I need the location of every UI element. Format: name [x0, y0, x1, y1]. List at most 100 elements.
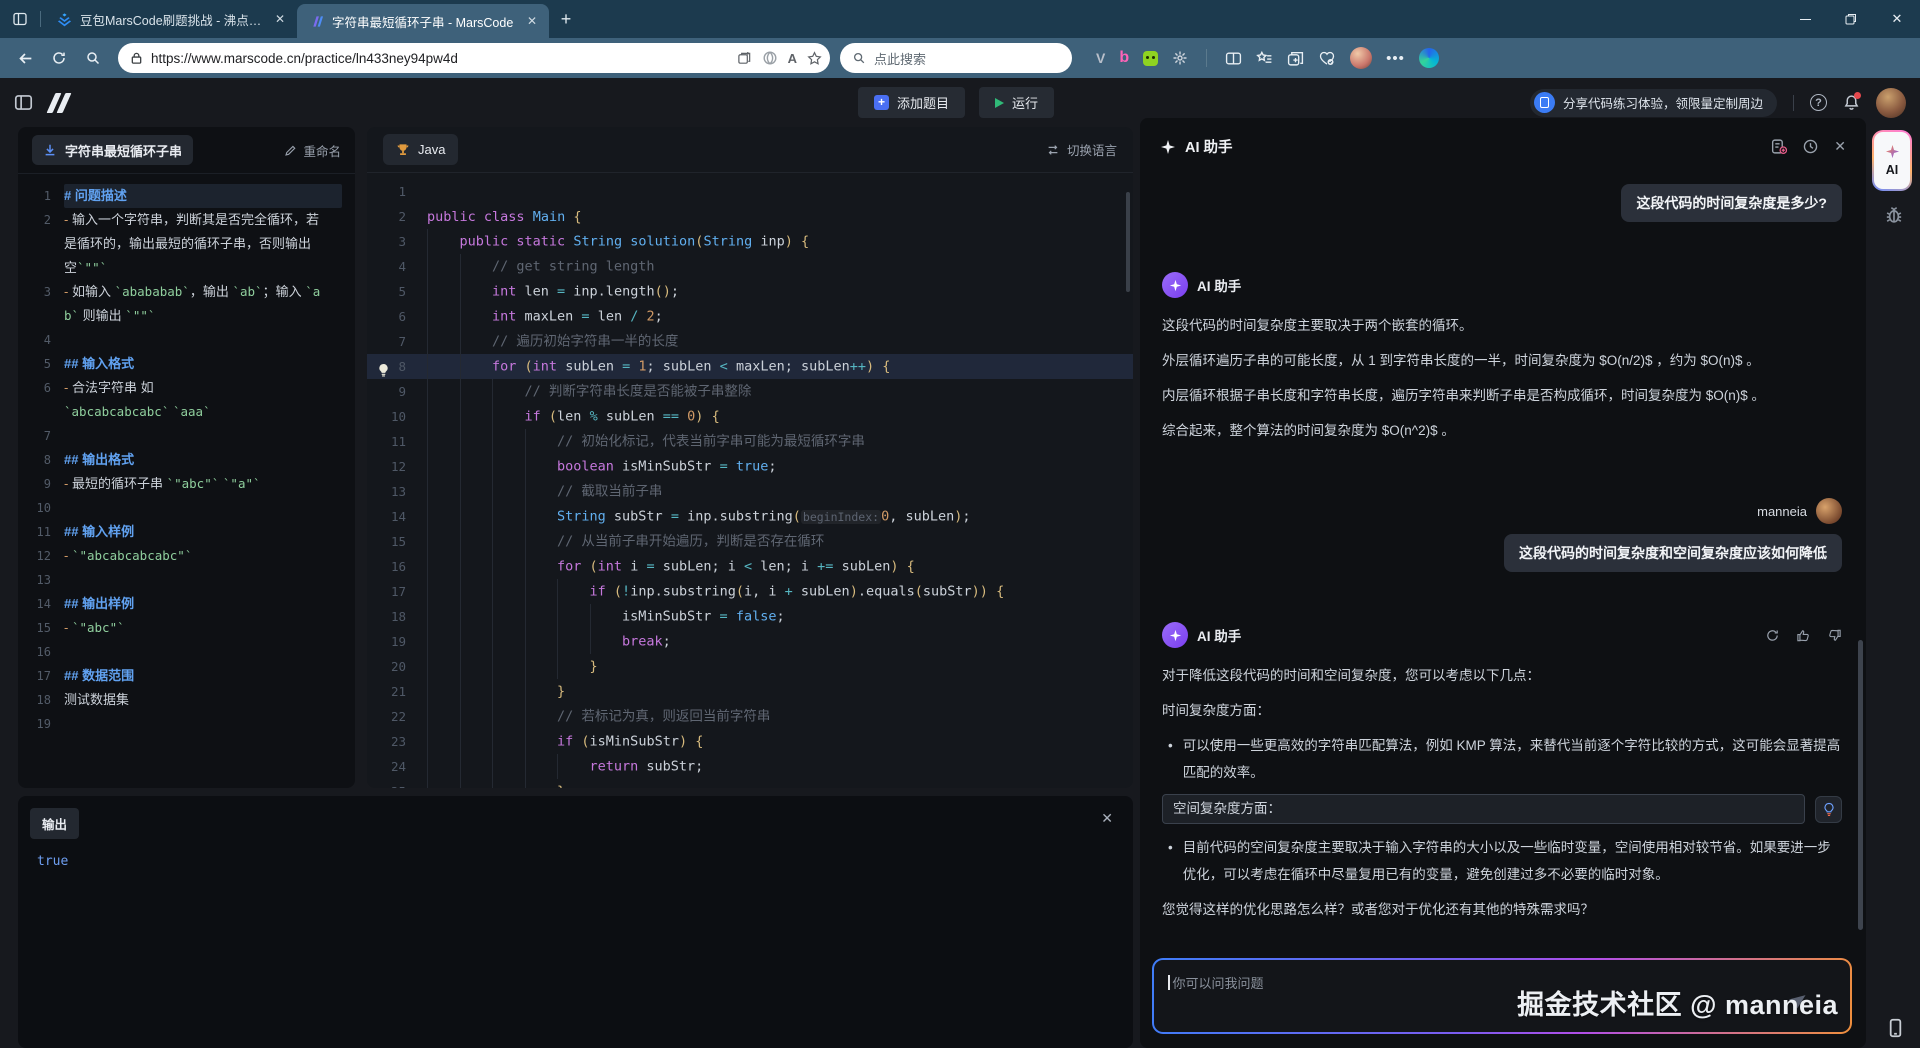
problem-line: 4 [18, 328, 355, 352]
code-line[interactable]: 10if (len % subLen == 0) { [367, 404, 1133, 429]
read-aloud-icon[interactable]: A [788, 51, 797, 66]
input-placeholder: 你可以问我问题 [1173, 976, 1264, 991]
header-divider [1793, 95, 1794, 111]
toolbar-search-icon[interactable] [78, 43, 108, 73]
thumbs-down-icon[interactable] [1827, 628, 1842, 643]
switch-language-button[interactable]: 切换语言 [1046, 140, 1117, 159]
code-line[interactable]: 11// 初始化标记，代表当前字串可能为最短循环字串 [367, 429, 1133, 454]
lightbulb-icon[interactable] [377, 363, 390, 378]
promo-banner[interactable]: 分享代码练习体验，领限量定制周边 [1530, 89, 1777, 117]
editor-scrollbar[interactable] [1126, 192, 1130, 292]
code-line[interactable]: 18isMinSubStr = false; [367, 604, 1133, 629]
ai-rail-label: AI [1886, 163, 1899, 177]
close-window-button[interactable]: ✕ [1874, 0, 1920, 38]
address-bar[interactable]: https://www.marscode.cn/practice/ln433ne… [118, 43, 830, 73]
code-line[interactable]: 7// 遍历初始字符串一半的长度 [367, 329, 1133, 354]
close-panel-icon[interactable]: ✕ [1834, 138, 1846, 155]
new-tab-button[interactable]: + [549, 9, 583, 30]
switch-language-label: 切换语言 [1067, 140, 1117, 159]
search-box[interactable]: 点此搜索 [840, 43, 1072, 73]
browser-menu-icon[interactable]: ••• [1386, 50, 1405, 67]
history-icon[interactable] [1802, 138, 1819, 155]
collections-icon[interactable] [1287, 50, 1304, 67]
output-tab[interactable]: 输出 [30, 808, 79, 839]
collections-add-icon[interactable] [737, 51, 752, 66]
message-actions[interactable] [1765, 628, 1842, 643]
insight-bulb-button[interactable] [1815, 796, 1842, 823]
extension-b-icon[interactable]: b [1119, 49, 1129, 67]
code-line[interactable]: 12boolean isMinSubStr = true; [367, 454, 1133, 479]
browser-tab-juejin[interactable]: 豆包MarsCode刷题挑战 - 沸点 - 掘金 ✕ [45, 0, 297, 38]
assistant-paragraph: 您觉得这样的优化思路怎么样？或者您对于优化还有其他的特殊需求吗？ [1162, 896, 1842, 923]
user-avatar[interactable] [1876, 88, 1906, 118]
plus-icon: + [874, 95, 889, 110]
code-line[interactable]: 1 [367, 179, 1133, 204]
regenerate-icon[interactable] [1765, 628, 1780, 643]
bug-icon[interactable] [1883, 204, 1905, 226]
code-line[interactable]: 23if (isMinSubStr) { [367, 729, 1133, 754]
favorites-hub-icon[interactable] [1256, 50, 1273, 67]
language-tab[interactable]: Java [383, 134, 458, 165]
browser-essentials-icon[interactable] [1318, 50, 1336, 67]
tab-actions-icon[interactable] [0, 11, 40, 27]
problem-lines[interactable]: 1# 问题描述2- 输入一个字符串，判断其是否完全循环，若是循环的，输出最短的循… [18, 174, 355, 736]
code-line[interactable]: 20} [367, 654, 1133, 679]
extension-v-icon[interactable]: V [1096, 50, 1105, 66]
code-lines[interactable]: 12public class Main {3public static Stri… [367, 173, 1133, 788]
code-line[interactable]: 19break; [367, 629, 1133, 654]
code-line[interactable]: 16for (int i = subLen; i < len; i += sub… [367, 554, 1133, 579]
assistant-paragraph: 综合起来，整个算法的时间复杂度为 $O(n^2)$ 。 [1162, 417, 1842, 444]
ai-rail-button[interactable]: AI [1872, 130, 1912, 191]
sidebar-toggle-icon[interactable] [14, 93, 33, 112]
copilot-icon[interactable] [1419, 48, 1439, 68]
code-line[interactable]: 6int maxLen = len / 2; [367, 304, 1133, 329]
device-icon[interactable] [1884, 1017, 1907, 1039]
split-screen-icon[interactable] [1225, 50, 1242, 67]
code-line[interactable]: 5int len = inp.length(); [367, 279, 1133, 304]
chat-thread[interactable]: 这段代码的时间复杂度是多少?AI 助手这段代码的时间复杂度主要取决于两个嵌套的循… [1140, 168, 1856, 942]
tab-close-icon[interactable]: ✕ [271, 12, 289, 26]
code-line[interactable]: 3public static String solution(String in… [367, 229, 1133, 254]
url-text[interactable]: https://www.marscode.cn/practice/ln433ne… [151, 51, 458, 66]
code-editor-panel: Java 切换语言 12public class Main {3public s… [367, 127, 1133, 788]
tab-title: 豆包MarsCode刷题挑战 - 沸点 - 掘金 [80, 10, 263, 29]
code-line[interactable]: 15// 从当前子串开始遍历，判断是否存在循环 [367, 529, 1133, 554]
code-line[interactable]: 25} [367, 779, 1133, 788]
notification-bell-icon[interactable] [1843, 94, 1860, 111]
output-close-icon[interactable]: ✕ [1101, 810, 1113, 827]
assistant-message: AI 助手这段代码的时间复杂度主要取决于两个嵌套的循环。外层循环遍历子串的可能长… [1162, 272, 1842, 444]
thumbs-up-icon[interactable] [1796, 628, 1811, 643]
browser-profile-avatar[interactable] [1350, 47, 1372, 69]
code-line[interactable]: 13// 截取当前子串 [367, 479, 1133, 504]
extension-pet-icon[interactable] [1143, 51, 1158, 66]
add-problem-button[interactable]: + 添加题目 [858, 87, 965, 118]
rename-button[interactable]: 重命名 [284, 141, 341, 160]
code-line[interactable]: 17if (!inp.substring(i, i + subLen).equa… [367, 579, 1133, 604]
refresh-icon[interactable] [44, 43, 74, 73]
code-line[interactable]: 14String subStr = inp.substring(beginInd… [367, 504, 1133, 529]
tab-close-icon[interactable]: ✕ [523, 14, 541, 28]
problem-line: 12- `"abcabcabcabc"` [18, 544, 355, 568]
restore-button[interactable] [1828, 0, 1874, 38]
back-icon[interactable] [10, 43, 40, 73]
tab-title: 字符串最短循环子串 - MarsCode [332, 12, 515, 31]
problem-title: 字符串最短循环子串 [65, 141, 182, 160]
minimize-button[interactable] [1782, 0, 1828, 38]
code-line[interactable]: 21} [367, 679, 1133, 704]
code-line[interactable]: 9// 判断字符串长度是否能被子串整除 [367, 379, 1133, 404]
translate-icon[interactable] [762, 50, 778, 66]
problem-title-pill[interactable]: 字符串最短循环子串 [32, 135, 193, 165]
favorite-star-icon[interactable] [807, 51, 822, 66]
run-button[interactable]: 运行 [979, 87, 1054, 118]
code-line[interactable]: 4// get string length [367, 254, 1133, 279]
browser-tab-marscode[interactable]: 字符串最短循环子串 - MarsCode ✕ [297, 4, 549, 38]
output-panel: 输出 ✕ true [18, 796, 1133, 1048]
extension-flower-icon[interactable] [1172, 50, 1188, 66]
chat-scrollbar[interactable] [1858, 640, 1863, 930]
code-line[interactable]: 22// 若标记为真，则返回当前字符串 [367, 704, 1133, 729]
help-icon[interactable]: ? [1810, 94, 1827, 111]
new-chat-icon[interactable] [1770, 138, 1787, 155]
code-line[interactable]: 24return subStr; [367, 754, 1133, 779]
code-line[interactable]: 2public class Main { [367, 204, 1133, 229]
code-line[interactable]: 8for (int subLen = 1; subLen < maxLen; s… [367, 354, 1133, 379]
